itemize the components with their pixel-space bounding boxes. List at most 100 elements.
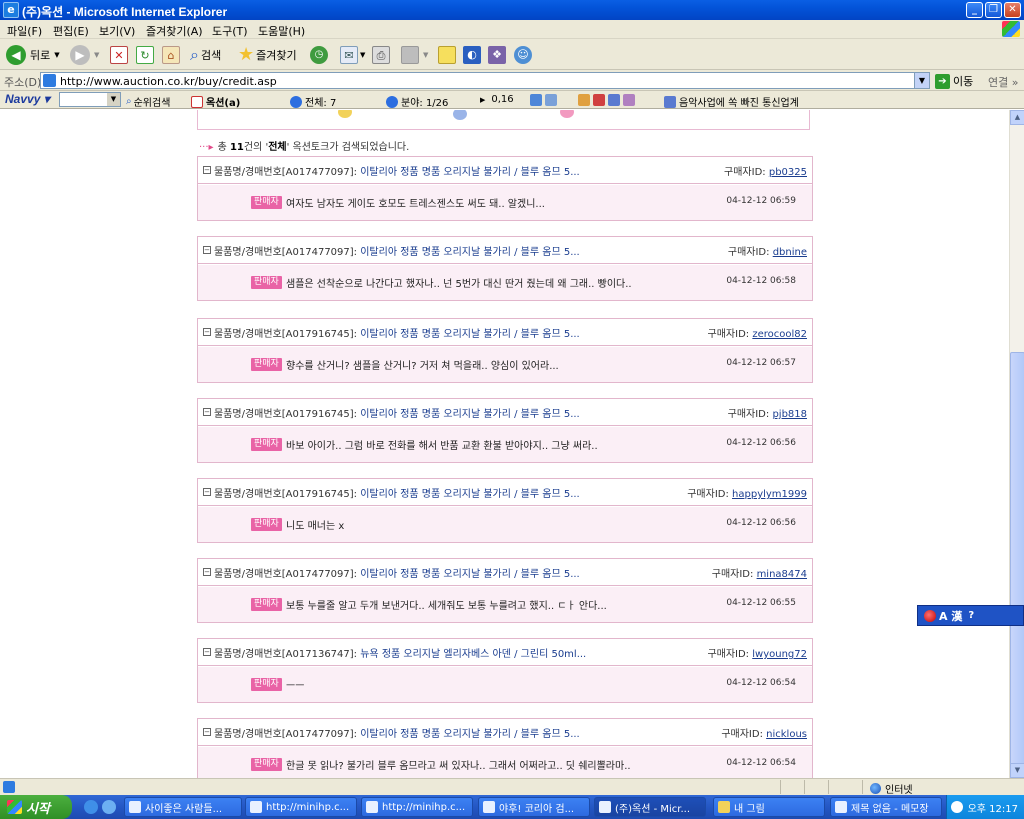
collapse-icon[interactable]: − bbox=[203, 568, 211, 576]
item-number: 물품명/경매번호[A017916745]: bbox=[214, 329, 358, 340]
chevron-down-icon[interactable]: ▼ bbox=[107, 93, 120, 106]
taskbar-item-active[interactable]: (주)옥션 - Micr... bbox=[594, 797, 706, 817]
total-button[interactable]: 전체: 7 bbox=[290, 94, 336, 109]
taskbar-item[interactable]: http://minihp.c... bbox=[361, 797, 473, 817]
print-button[interactable]: ⎙ bbox=[372, 44, 390, 65]
search-icon: ⌕ bbox=[126, 96, 132, 107]
start-button[interactable]: 시작 bbox=[0, 795, 72, 819]
menu-edit[interactable]: 편집(E) bbox=[53, 23, 89, 39]
taskbar-item[interactable]: http://minihp.c... bbox=[245, 797, 357, 817]
product-link[interactable]: 이탈리아 정품 명품 오리지날 불가리 / 블루 옴므 5... bbox=[360, 409, 580, 420]
go-button[interactable]: ➔ 이동 bbox=[935, 73, 973, 89]
buyer-id-link[interactable]: dbnine bbox=[773, 247, 807, 258]
history-button[interactable]: ◷ bbox=[310, 44, 328, 65]
product-link[interactable]: 이탈리아 정품 명품 오리지날 불가리 / 블루 옴므 5... bbox=[360, 247, 580, 258]
restore-button[interactable]: ❐ bbox=[985, 2, 1002, 18]
status-divider bbox=[862, 780, 863, 794]
start-label: 시작 bbox=[26, 801, 50, 817]
ie-quicklaunch-icon[interactable] bbox=[102, 800, 116, 814]
discuss-button[interactable] bbox=[438, 44, 456, 65]
section-button[interactable]: 분야: 1/26 bbox=[386, 94, 448, 109]
people-button[interactable]: ☺ bbox=[514, 44, 532, 65]
close-button[interactable]: ✕ bbox=[1004, 2, 1021, 18]
summary-middle: 건의 ' bbox=[243, 142, 269, 153]
scroll-down-button[interactable]: ▼ bbox=[1010, 763, 1024, 778]
buyer-id-link[interactable]: happylym1999 bbox=[732, 489, 807, 500]
collapse-icon[interactable]: − bbox=[203, 488, 211, 496]
collapse-icon[interactable]: − bbox=[203, 166, 211, 174]
product-link[interactable]: 이탈리아 정품 명품 오리지날 불가리 / 블루 옴므 5... bbox=[360, 569, 580, 580]
menu-view[interactable]: 보기(V) bbox=[99, 23, 135, 39]
ime-icon bbox=[924, 609, 936, 622]
product-link[interactable]: 이탈리아 정품 명품 오리지날 불가리 / 블루 옴므 5... bbox=[360, 167, 580, 178]
scroll-up-button[interactable]: ▲ bbox=[1010, 110, 1024, 125]
product-link[interactable]: 이탈리아 정품 명품 오리지날 불가리 / 블루 옴므 5... bbox=[360, 729, 580, 740]
menu-help[interactable]: 도움말(H) bbox=[258, 23, 305, 39]
navvy-search-combo[interactable]: ▼ bbox=[59, 92, 121, 107]
window-icon[interactable] bbox=[530, 94, 542, 106]
talk-entry: − 물품명/경매번호[A017916745]: 이탈리아 정품 명품 오리지날 … bbox=[197, 398, 813, 463]
taskbar-item[interactable]: 사이좋은 사람들... bbox=[124, 797, 242, 817]
taskbar-item[interactable]: 야후! 코리아 검... bbox=[478, 797, 590, 817]
stop-button[interactable]: ✕ bbox=[110, 44, 128, 65]
forward-button[interactable]: ▶ ▼ bbox=[70, 44, 99, 65]
navvy-logo[interactable]: Navvy ▾ bbox=[5, 92, 50, 106]
buyer-id-link[interactable]: mina8474 bbox=[757, 569, 807, 580]
back-button[interactable]: ◀ 뒤로 ▼ bbox=[6, 44, 60, 65]
language-bar[interactable]: A 漢 ? bbox=[917, 605, 1024, 626]
ie-quicklaunch-icon[interactable] bbox=[84, 800, 98, 814]
address-url[interactable]: http://www.auction.co.kr/buy/credit.asp bbox=[60, 75, 277, 88]
menu-file[interactable]: 파일(F) bbox=[7, 23, 42, 39]
collapse-icon[interactable]: − bbox=[203, 246, 211, 254]
standard-toolbar: ◀ 뒤로 ▼ ▶ ▼ ✕ ↻ ⌂ ⌕ 검색 ★ 즐겨찾기 ◷ ✉ ▼ ⎙ ▼ ◐ bbox=[0, 39, 1024, 70]
buyer-id-link[interactable]: zerocool82 bbox=[752, 329, 807, 340]
buyer-id-link[interactable]: nicklous bbox=[766, 729, 807, 740]
entry-body: 판매자 향수를 산거니? 샘플을 산거니? 거저 쳐 먹을래.. 양심이 있어라… bbox=[198, 347, 812, 382]
mail-button[interactable]: ✉ ▼ bbox=[340, 44, 365, 65]
buyer-id-link[interactable]: lwyoung72 bbox=[752, 649, 807, 660]
buyer-id-link[interactable]: pb0325 bbox=[769, 167, 807, 178]
menu-favorites[interactable]: 즐겨찾기(A) bbox=[146, 23, 203, 39]
shopping-icon[interactable] bbox=[578, 94, 590, 106]
taskbar-item[interactable]: 내 그림 bbox=[713, 797, 825, 817]
go-arrow-icon: ➔ bbox=[935, 73, 950, 89]
taskbar-item[interactable]: 제목 없음 - 메모장 bbox=[830, 797, 942, 817]
collapse-icon[interactable]: − bbox=[203, 408, 211, 416]
auction-button[interactable]: 옥션(a) bbox=[191, 94, 240, 109]
minimize-button[interactable]: _ bbox=[966, 2, 983, 18]
menu-tools[interactable]: 도구(T) bbox=[212, 23, 248, 39]
stop-icon: ✕ bbox=[110, 45, 128, 64]
research-button[interactable]: ❖ bbox=[488, 44, 506, 65]
links-button[interactable]: 연결 » bbox=[988, 74, 1018, 90]
help-icon[interactable]: ? bbox=[968, 610, 974, 621]
product-link[interactable]: 뉴욕 정품 오리지날 엘리자베스 아덴 / 그린티 50ml... bbox=[360, 649, 586, 660]
system-tray: 오후 12:17 bbox=[946, 795, 1024, 819]
messenger-button[interactable]: ◐ bbox=[463, 44, 481, 65]
buyer-id-link[interactable]: pjb818 bbox=[772, 409, 807, 420]
edit-button[interactable]: ▼ bbox=[401, 44, 428, 65]
heart-icon[interactable] bbox=[593, 94, 605, 106]
home-button[interactable]: ⌂ bbox=[162, 44, 180, 65]
seller-message: 바보 아이가.. 그럼 바로 전화를 해서 반품 교환 환불 받아야지.. 그냥… bbox=[286, 441, 598, 452]
pen-icon[interactable] bbox=[545, 94, 557, 106]
address-input[interactable]: http://www.auction.co.kr/buy/credit.asp … bbox=[40, 72, 930, 89]
chevron-down-icon[interactable]: ▼ bbox=[914, 73, 929, 88]
entry-body: 판매자 한글 못 읽나? 불가리 블루 옴므라고 써 있자나.. 그래서 어쩌라… bbox=[198, 747, 812, 778]
calendar-icon[interactable] bbox=[623, 94, 635, 106]
search-button[interactable]: ⌕ 검색 bbox=[190, 44, 221, 65]
collapse-icon[interactable]: − bbox=[203, 648, 211, 656]
product-link[interactable]: 이탈리아 정품 명품 오리지날 불가리 / 블루 옴므 5... bbox=[360, 329, 580, 340]
book-icon[interactable] bbox=[608, 94, 620, 106]
globe-icon bbox=[870, 783, 881, 794]
product-link[interactable]: 이탈리아 정품 명품 오리지날 불가리 / 블루 옴므 5... bbox=[360, 489, 580, 500]
favorites-button[interactable]: ★ 즐겨찾기 bbox=[238, 44, 297, 65]
news-ticker[interactable]: 음악사업에 쏙 빠진 통신업계 bbox=[664, 94, 799, 109]
scroll-thumb[interactable] bbox=[1010, 352, 1024, 772]
collapse-icon[interactable]: − bbox=[203, 728, 211, 736]
rank-search-button[interactable]: ⌕ 순위검색 bbox=[126, 94, 170, 109]
refresh-button[interactable]: ↻ bbox=[136, 44, 154, 65]
collapse-icon[interactable]: − bbox=[203, 328, 211, 336]
vertical-scrollbar[interactable]: ▲ ▼ bbox=[1009, 110, 1024, 778]
seller-message: ㅡㅡ bbox=[286, 681, 305, 692]
tray-icon[interactable] bbox=[951, 801, 963, 813]
